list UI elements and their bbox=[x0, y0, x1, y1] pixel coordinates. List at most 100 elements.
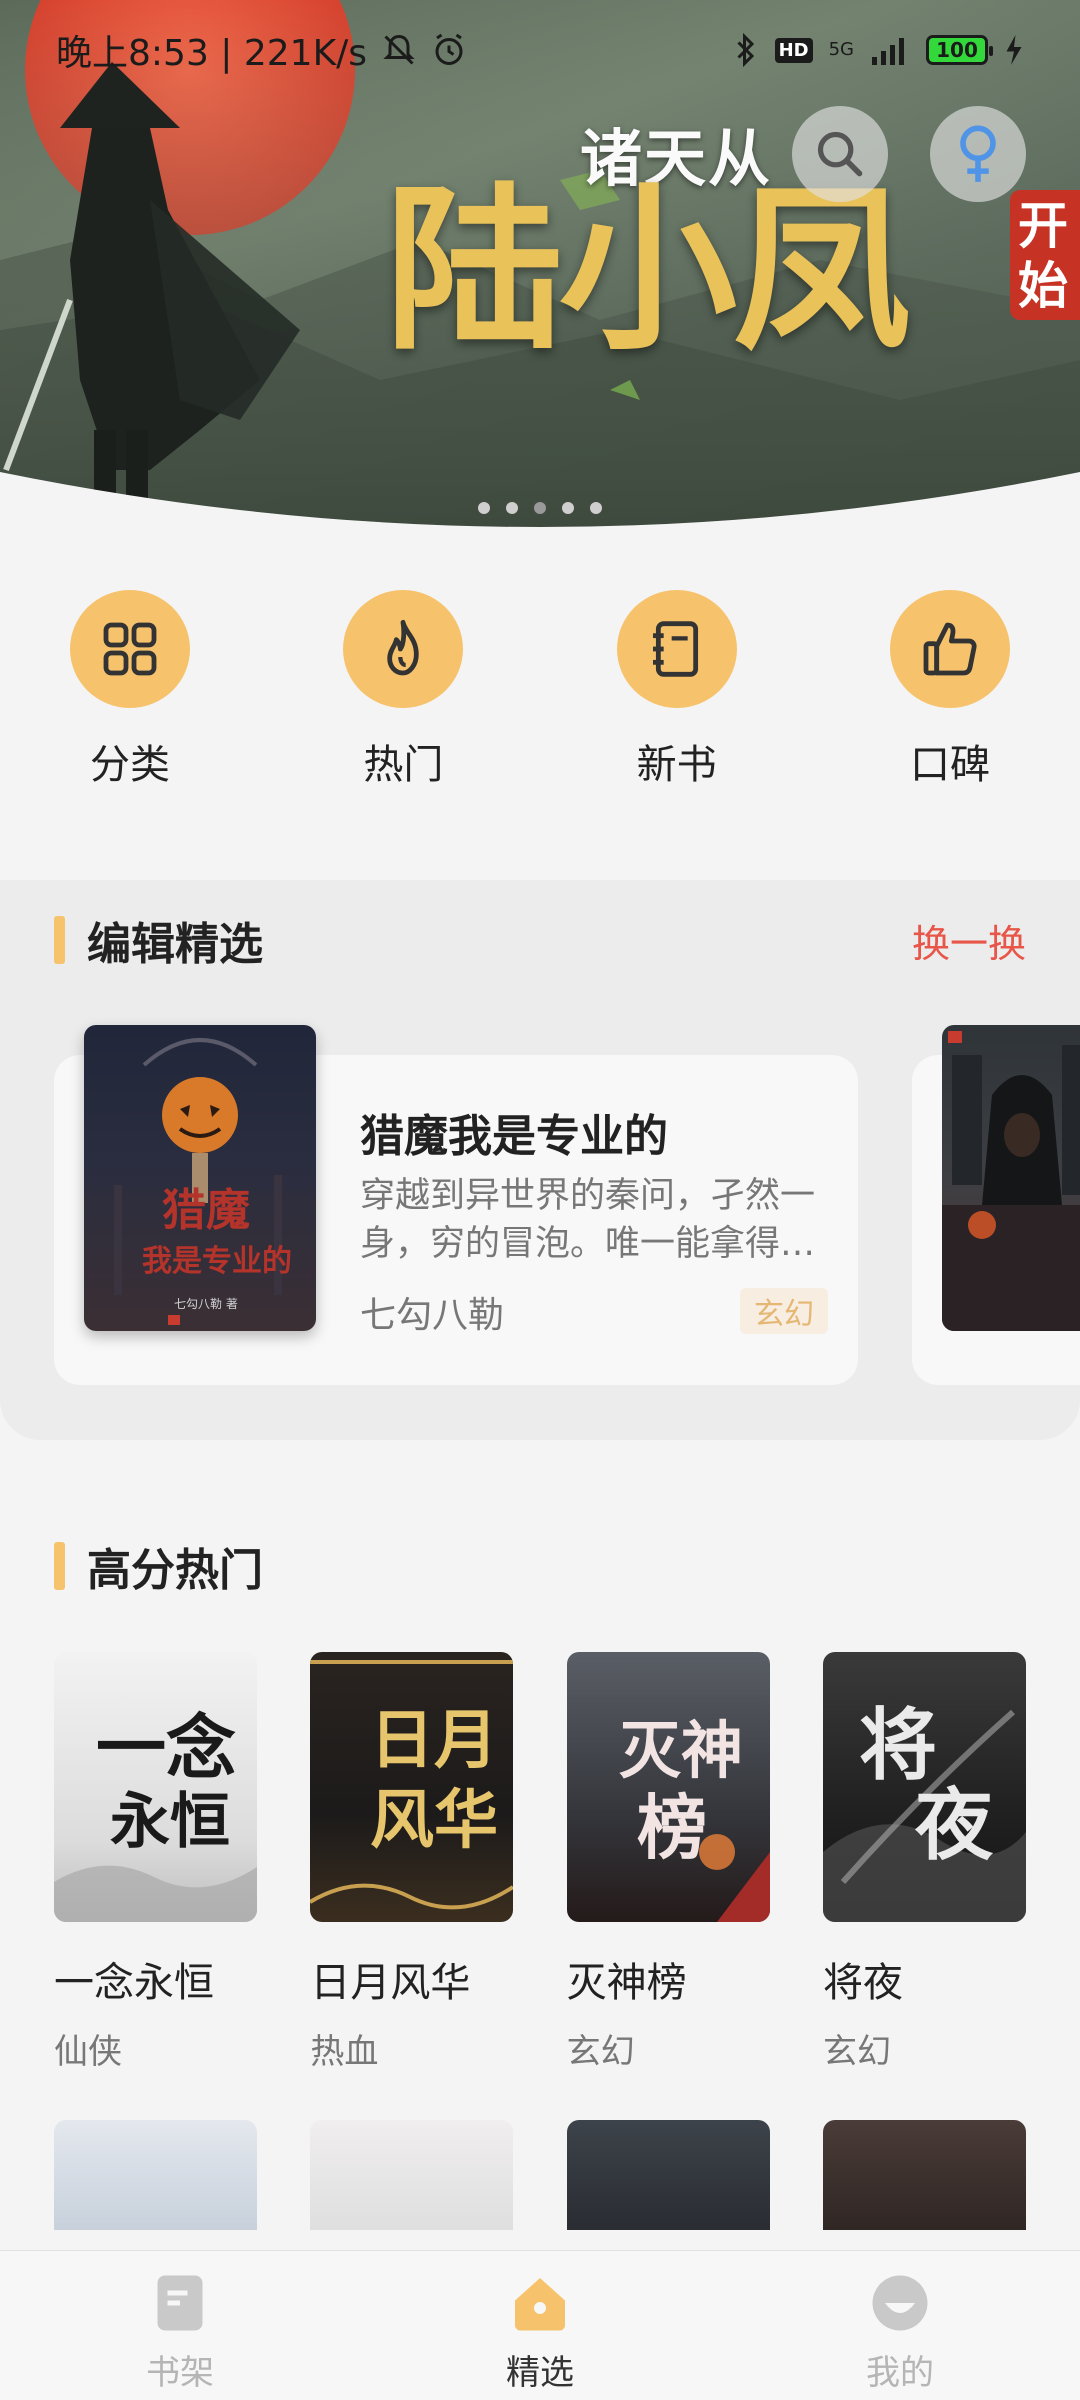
book-item[interactable]: 灭神 榜 灭神榜 玄幻 bbox=[566, 1652, 770, 2073]
svg-text:灭神: 灭神 bbox=[619, 1714, 743, 1787]
cover-illustration: 灭神 榜 bbox=[619, 1714, 770, 1922]
svg-text:七勾八勒 著: 七勾八勒 著 bbox=[174, 1297, 238, 1311]
section-title: 编辑精选 bbox=[87, 919, 263, 970]
svg-text:将: 将 bbox=[859, 1700, 937, 1791]
notebook-icon bbox=[652, 621, 698, 677]
banner-tag: 开始 bbox=[1010, 190, 1080, 320]
book-genre: 玄幻 bbox=[566, 2032, 635, 2072]
carousel-dot[interactable] bbox=[506, 502, 518, 514]
book-cover[interactable] bbox=[822, 2120, 1026, 2230]
profile-icon bbox=[872, 2275, 928, 2331]
bottom-nav-bookshelf[interactable]: 书架 bbox=[60, 2251, 300, 2400]
quick-nav-reputation[interactable]: 口碑 bbox=[863, 590, 1037, 790]
top-rated-row-2 bbox=[54, 2120, 1026, 2230]
editor-book-author: 七勾八勒 bbox=[360, 1295, 505, 1336]
editor-picks-header: 编辑精选 换一换 bbox=[54, 910, 1026, 970]
editor-book-title[interactable]: 猎魔我是专业的 bbox=[360, 1100, 668, 1164]
grid-icon bbox=[103, 622, 157, 676]
search-button[interactable] bbox=[792, 106, 888, 202]
section-accent-bar bbox=[54, 1542, 65, 1590]
mute-bell-icon bbox=[383, 34, 415, 65]
book-cover[interactable]: 将 夜 bbox=[822, 1652, 1026, 1922]
svg-text:夜: 夜 bbox=[914, 1780, 994, 1871]
cover-illustration: 一念 永恒 bbox=[54, 1706, 257, 1922]
female-icon bbox=[960, 125, 996, 182]
section-accent-bar bbox=[54, 916, 65, 964]
bottom-nav-profile[interactable]: 我的 bbox=[780, 2251, 1020, 2400]
next-book-cover[interactable] bbox=[942, 1025, 1080, 1331]
thumbs-up-icon bbox=[923, 622, 977, 676]
category-circle bbox=[70, 590, 190, 708]
book-title: 日月风华 bbox=[310, 1960, 471, 2006]
bottom-nav: 书架 精选 我的 bbox=[0, 2250, 1080, 2400]
bluetooth-icon bbox=[737, 32, 754, 68]
bookshelf-icon bbox=[157, 2275, 203, 2331]
network-type: 5G bbox=[828, 39, 854, 60]
editor-book-description: 穿越到异世界的秦问，孑然一身，穷的冒泡。唯一能拿得… bbox=[360, 1176, 816, 1264]
quick-nav-new[interactable]: 新书 bbox=[590, 590, 764, 790]
svg-text:一念: 一念 bbox=[96, 1706, 236, 1789]
status-right: HD 5G 100 bbox=[733, 32, 1024, 68]
book-title: 将夜 bbox=[822, 1960, 903, 2006]
book-title: 灭神榜 bbox=[566, 1960, 687, 2006]
svg-text:风华: 风华 bbox=[370, 1783, 498, 1858]
book-cover[interactable] bbox=[310, 2120, 514, 2230]
quick-nav-label: 口碑 bbox=[909, 742, 990, 788]
quick-nav-hot[interactable]: 热门 bbox=[316, 590, 490, 790]
book-item[interactable]: 一念 永恒 一念永恒 仙侠 bbox=[54, 1652, 257, 2073]
hot-circle bbox=[343, 590, 464, 708]
section-title-wrap: 编辑精选 bbox=[54, 908, 263, 972]
quick-nav-category[interactable]: 分类 bbox=[43, 590, 217, 790]
alarm-icon bbox=[435, 33, 463, 65]
carousel-dot[interactable] bbox=[478, 502, 490, 514]
carousel-dot-active[interactable] bbox=[534, 502, 546, 514]
book-item[interactable]: 日月 风华 日月风华 热血 bbox=[310, 1652, 514, 2073]
status-left: 晚上8:53 | 221K/s bbox=[56, 24, 467, 76]
bottom-nav-label: 精选 bbox=[506, 2353, 574, 2393]
cover-illustration: 猎魔 我是专业的 七勾八勒 著 bbox=[114, 1038, 292, 1325]
svg-text:猎魔: 猎魔 bbox=[162, 1185, 250, 1236]
book-cover[interactable] bbox=[566, 2120, 770, 2230]
book-item[interactable]: 将 夜 将夜 玄幻 bbox=[822, 1652, 1026, 2073]
editor-book-genre-tag: 玄幻 bbox=[740, 1288, 828, 1334]
bottom-nav-featured[interactable]: 精选 bbox=[420, 2251, 660, 2400]
book-cover[interactable] bbox=[54, 2120, 257, 2230]
book-cover[interactable]: 日月 风华 bbox=[310, 1652, 514, 1922]
carousel-dot[interactable] bbox=[590, 502, 602, 514]
cover-illustration: 日月 风华 bbox=[310, 1660, 514, 1910]
cover-illustration bbox=[942, 1031, 1080, 1331]
book-genre: 热血 bbox=[310, 2032, 379, 2072]
top-rated-header: 高分热门 bbox=[54, 1536, 1026, 1596]
status-time: 晚上8:53 | 221K/s bbox=[56, 33, 368, 74]
book-genre: 玄幻 bbox=[822, 2032, 891, 2072]
carousel-dots bbox=[478, 502, 602, 514]
bottom-nav-label: 我的 bbox=[866, 2353, 934, 2393]
gender-toggle-button[interactable] bbox=[930, 106, 1026, 202]
quick-nav-label: 热门 bbox=[363, 742, 444, 788]
svg-text:榜: 榜 bbox=[637, 1786, 707, 1869]
hd-badge: HD bbox=[774, 37, 813, 63]
svg-text:我是专业的: 我是专业的 bbox=[142, 1244, 292, 1279]
home-icon bbox=[515, 2278, 565, 2331]
signal-icon bbox=[872, 38, 904, 65]
book-title: 一念永恒 bbox=[54, 1960, 214, 2006]
book-cover[interactable]: 灭神 榜 bbox=[566, 1652, 770, 1922]
editor-book-cover[interactable]: 猎魔 我是专业的 七勾八勒 著 bbox=[84, 1025, 316, 1331]
section-title: 高分热门 bbox=[87, 1545, 263, 1596]
reputation-circle bbox=[889, 590, 1010, 708]
swap-button[interactable]: 换一换 bbox=[912, 913, 1026, 968]
battery-indicator: 100 bbox=[926, 35, 993, 65]
search-icon bbox=[817, 131, 863, 177]
flame-icon bbox=[387, 619, 420, 676]
book-cover[interactable]: 一念 永恒 bbox=[54, 1652, 257, 1922]
svg-text:日月: 日月 bbox=[370, 1703, 498, 1778]
quick-nav-label: 新书 bbox=[636, 742, 717, 788]
quick-nav-label: 分类 bbox=[90, 742, 170, 788]
section-title-wrap: 高分热门 bbox=[54, 1534, 263, 1598]
banner-carousel[interactable]: 诸天从 陆小凤 开始 晚上8:53 | 221K/s HD 5G 100 bbox=[0, 0, 1080, 540]
quick-nav: 分类 热门 新书 口碑 bbox=[0, 590, 1080, 790]
svg-text:永恒: 永恒 bbox=[110, 1787, 230, 1857]
bottom-nav-label: 书架 bbox=[146, 2353, 214, 2393]
carousel-dot[interactable] bbox=[562, 502, 574, 514]
book-genre: 仙侠 bbox=[54, 2032, 122, 2072]
